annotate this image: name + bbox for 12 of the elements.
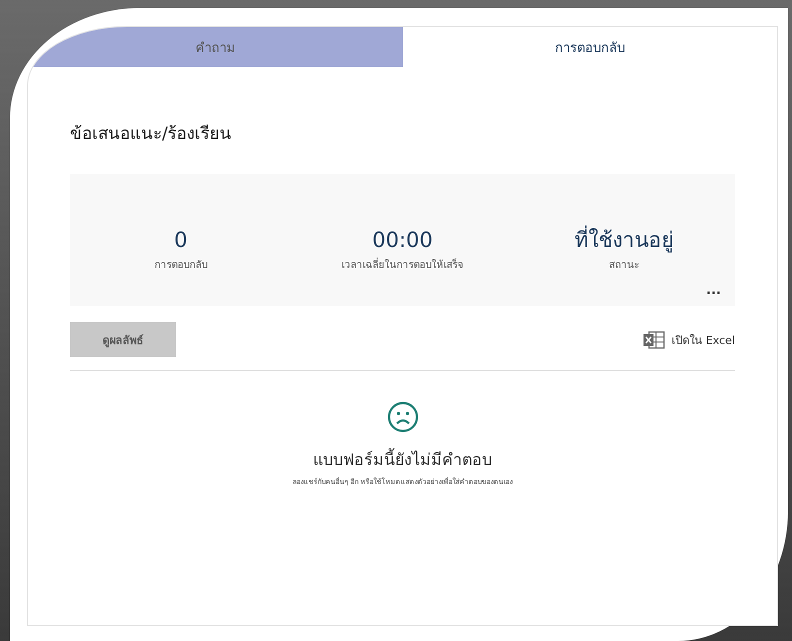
spreadsheet-icon[interactable] <box>643 330 666 348</box>
stat-value: 00:00 <box>372 227 433 254</box>
stat-label: การตอบกลับ <box>154 259 208 272</box>
stat-value: 0 <box>174 227 188 254</box>
stat-label: เวลาเฉลี่ยในการตอบให้เสร็จ <box>341 257 464 272</box>
sad-face-icon <box>386 401 418 433</box>
more-options-button[interactable]: ... <box>706 283 721 298</box>
open-in-excel-link[interactable]: เปิดใน Excel <box>671 330 735 348</box>
form-title: ข้อเสนอแนะ/ร้องเรียน <box>70 123 233 146</box>
stat-label: สถานะ <box>609 259 640 272</box>
empty-state-title: แบบฟอร์มนี้ยังไม่มีคำตอบ <box>313 447 492 471</box>
stat-value: ที่ใช้งานอยู่ <box>574 226 674 254</box>
